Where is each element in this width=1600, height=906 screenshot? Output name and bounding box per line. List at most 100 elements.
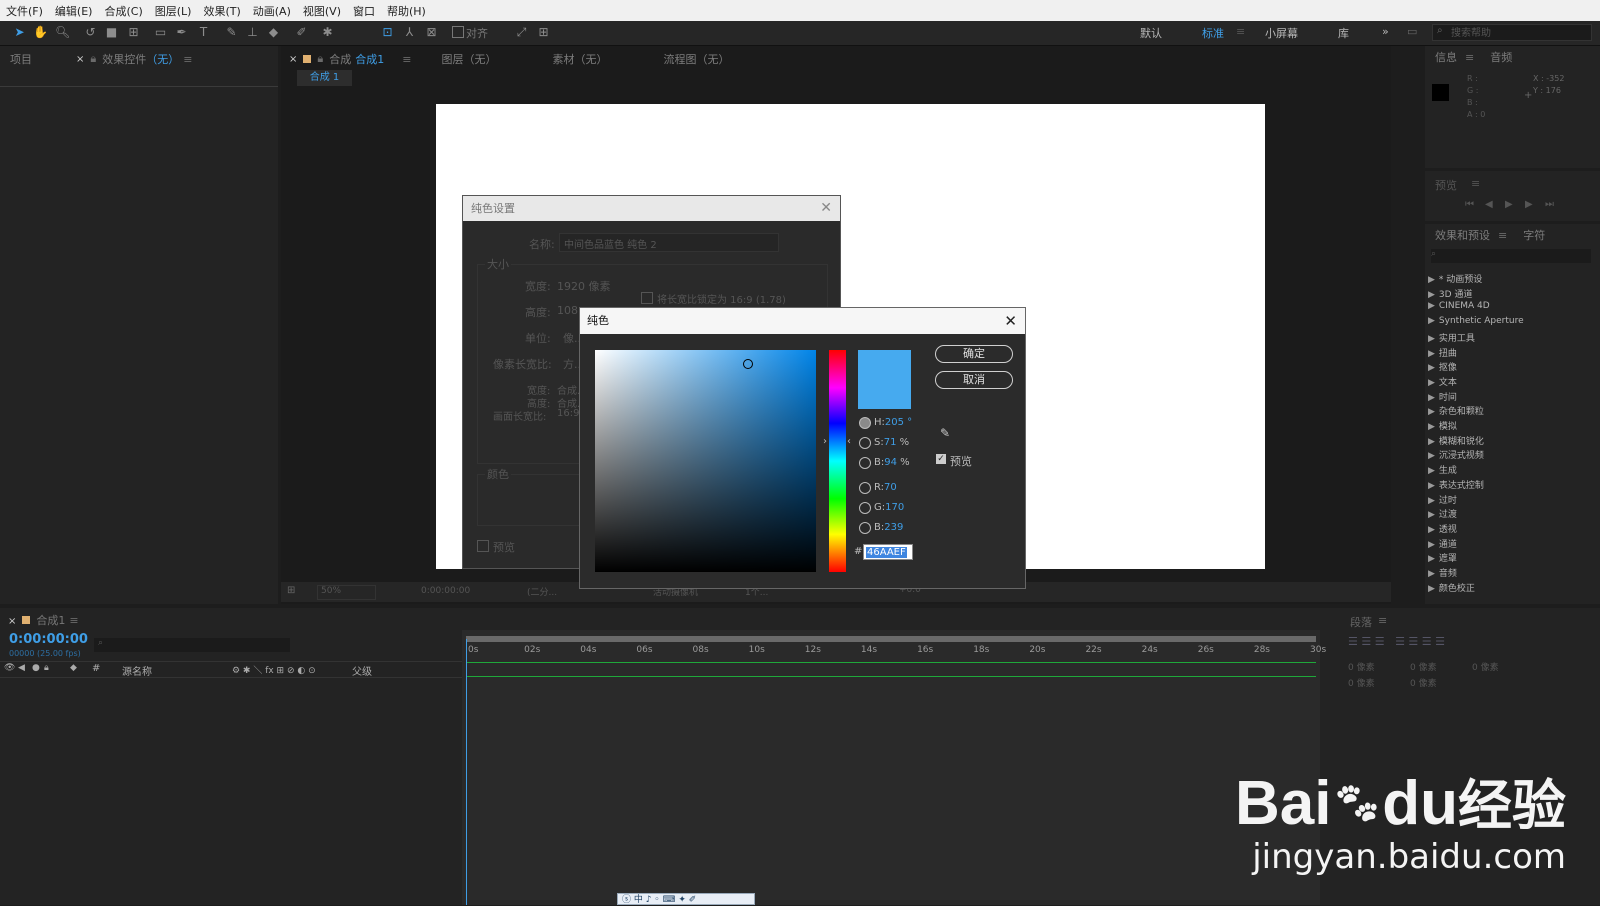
lock-icon[interactable]: 🔒︎ bbox=[90, 52, 96, 66]
eraser-tool-icon[interactable]: ◆ bbox=[266, 25, 281, 40]
resolution-select[interactable]: (二分... bbox=[527, 585, 557, 598]
expand-triangle-icon[interactable]: ▶ bbox=[1428, 584, 1435, 594]
red-field[interactable]: R:70 bbox=[874, 482, 897, 493]
tab-footage[interactable]: 素材（无） bbox=[552, 51, 607, 67]
work-area-bar[interactable] bbox=[466, 636, 1316, 642]
menu-layer[interactable]: 图层(L) bbox=[155, 3, 192, 19]
label-icon[interactable]: ◆ bbox=[70, 663, 77, 673]
effects-category-item[interactable]: ▶ 抠像 bbox=[1428, 360, 1457, 373]
zoom-tool-icon[interactable]: 🔍︎ bbox=[55, 25, 70, 40]
local-axis-icon[interactable]: ⊡ bbox=[380, 25, 395, 40]
space-before[interactable]: 0 像素 bbox=[1348, 676, 1375, 689]
parent-column[interactable]: 父级 bbox=[352, 663, 372, 678]
effects-category-item[interactable]: ▶ 文本 bbox=[1428, 375, 1457, 388]
expand-triangle-icon[interactable]: ▶ bbox=[1428, 334, 1435, 344]
menu-composition[interactable]: 合成(C) bbox=[104, 3, 142, 19]
expand-triangle-icon[interactable]: ▶ bbox=[1428, 569, 1435, 579]
hue-slider-right-arrow-icon[interactable]: ‹ bbox=[847, 436, 851, 447]
align-checkbox[interactable] bbox=[452, 26, 464, 38]
expand-triangle-icon[interactable]: ▶ bbox=[1428, 422, 1435, 432]
expand-triangle-icon[interactable]: ▶ bbox=[1428, 525, 1435, 535]
preview-checkbox[interactable] bbox=[477, 540, 489, 552]
panel-menu-icon[interactable]: ≡ bbox=[1378, 614, 1387, 627]
zoom-select[interactable]: 50% bbox=[317, 585, 376, 600]
hex-color-input[interactable]: 46AAEF bbox=[863, 544, 913, 560]
effects-category-item[interactable]: ▶ 杂色和颗粒 bbox=[1428, 404, 1484, 417]
camera-tool-icon[interactable]: ■ bbox=[104, 25, 119, 40]
tab-info[interactable]: 信息 bbox=[1435, 49, 1457, 65]
magnify-icon[interactable]: ⊞ bbox=[287, 585, 295, 596]
menu-effect[interactable]: 效果(T) bbox=[203, 3, 240, 19]
effects-category-item[interactable]: ▶ 时间 bbox=[1428, 390, 1457, 403]
expand-triangle-icon[interactable]: ▶ bbox=[1428, 363, 1435, 373]
effects-category-item[interactable]: ▶ 过渡 bbox=[1428, 507, 1457, 520]
lock-icon[interactable]: 🔒︎ bbox=[44, 663, 49, 673]
menu-window[interactable]: 窗口 bbox=[353, 3, 375, 19]
effects-category-item[interactable]: ▶ * 动画预设 bbox=[1428, 272, 1482, 285]
panel-menu-icon[interactable]: ≡ bbox=[1465, 51, 1474, 64]
expand-triangle-icon[interactable]: ▶ bbox=[1428, 554, 1435, 564]
rectangle-tool-icon[interactable]: ▭ bbox=[153, 25, 168, 40]
blue-field[interactable]: B:239 bbox=[874, 522, 903, 533]
menu-file[interactable]: 文件(F) bbox=[6, 3, 43, 19]
snap-icon[interactable]: ⤢ bbox=[514, 25, 529, 40]
playhead[interactable] bbox=[466, 639, 467, 905]
solo-icon[interactable]: ● bbox=[32, 663, 40, 673]
ime-toolbar[interactable]: ⓢ 中 ♪ ◦ ⌨ ✦ ✐ bbox=[617, 893, 755, 905]
align-buttons-icons[interactable]: ☰ ☰ ☰ ☰ ☰ ☰ ☰ bbox=[1348, 635, 1445, 648]
expand-triangle-icon[interactable]: ▶ bbox=[1428, 437, 1435, 447]
selection-tool-icon[interactable]: ➤ bbox=[12, 25, 27, 40]
pen-tool-icon[interactable]: ✒ bbox=[174, 25, 189, 40]
hue-slider-left-arrow-icon[interactable]: › bbox=[823, 436, 827, 447]
green-field[interactable]: G:170 bbox=[874, 502, 904, 513]
expand-triangle-icon[interactable]: ▶ bbox=[1428, 393, 1435, 403]
effects-category-item[interactable]: ▶ CINEMA 4D bbox=[1428, 301, 1490, 311]
help-search-input[interactable]: 搜索帮助 bbox=[1432, 24, 1592, 41]
workspace-menu-icon[interactable]: ≡ bbox=[1236, 25, 1245, 38]
red-radio[interactable] bbox=[859, 482, 871, 494]
expand-triangle-icon[interactable]: ▶ bbox=[1428, 540, 1435, 550]
expand-triangle-icon[interactable]: ▶ bbox=[1428, 496, 1435, 506]
effects-category-item[interactable]: ▶ 模拟 bbox=[1428, 419, 1457, 432]
hue-slider[interactable] bbox=[829, 350, 846, 572]
panel-menu-icon[interactable]: ≡ bbox=[402, 53, 411, 66]
panel-menu-icon[interactable]: ≡ bbox=[1498, 229, 1507, 242]
time-ruler-area[interactable] bbox=[462, 630, 1320, 905]
indent-first[interactable]: 0 像素 bbox=[1472, 660, 1499, 673]
color-cursor[interactable] bbox=[743, 359, 753, 369]
tab-character[interactable]: 字符 bbox=[1523, 227, 1545, 243]
close-icon[interactable]: ✕ bbox=[820, 196, 832, 221]
indent-right[interactable]: 0 像素 bbox=[1410, 660, 1437, 673]
first-frame-icon[interactable]: ⏮ bbox=[1465, 199, 1474, 210]
effects-category-item[interactable]: ▶ 过时 bbox=[1428, 493, 1457, 506]
panel-toggle-icon[interactable]: ▭ bbox=[1407, 25, 1417, 38]
expand-triangle-icon[interactable]: ▶ bbox=[1428, 510, 1435, 520]
expand-triangle-icon[interactable]: ▶ bbox=[1428, 316, 1435, 326]
close-icon[interactable]: ✕ bbox=[1004, 308, 1017, 334]
expand-triangle-icon[interactable]: ▶ bbox=[1428, 290, 1435, 300]
effects-category-item[interactable]: ▶ 遮罩 bbox=[1428, 551, 1457, 564]
effects-category-item[interactable]: ▶ 生成 bbox=[1428, 463, 1457, 476]
name-input[interactable]: 中间色品蓝色 纯色 2 bbox=[559, 233, 779, 252]
cancel-button[interactable]: 取消 bbox=[935, 371, 1013, 389]
expand-triangle-icon[interactable]: ▶ bbox=[1428, 451, 1435, 461]
effects-search-input[interactable]: ⌕ bbox=[1431, 249, 1591, 263]
ok-button[interactable]: 确定 bbox=[935, 345, 1013, 363]
effects-category-item[interactable]: ▶ 模糊和锐化 bbox=[1428, 434, 1484, 447]
expand-triangle-icon[interactable]: ▶ bbox=[1428, 407, 1435, 417]
expand-triangle-icon[interactable]: ▶ bbox=[1428, 466, 1435, 476]
pan-behind-tool-icon[interactable]: ⊞ bbox=[126, 25, 141, 40]
tab-composition[interactable]: 合成1 bbox=[355, 51, 384, 67]
play-icon[interactable]: ▶ bbox=[1505, 199, 1513, 210]
menu-help[interactable]: 帮助(H) bbox=[387, 3, 426, 19]
close-icon[interactable]: × bbox=[289, 54, 297, 65]
menu-animation[interactable]: 动画(A) bbox=[253, 3, 291, 19]
viewer-timecode[interactable]: 0:00:00:00 bbox=[421, 586, 470, 596]
tab-composition-label[interactable]: 合成 bbox=[329, 51, 351, 67]
hand-tool-icon[interactable]: ✋ bbox=[33, 25, 48, 40]
workspace-standard[interactable]: 标准 bbox=[1202, 25, 1224, 41]
hue-field[interactable]: H:205 ° bbox=[874, 417, 912, 428]
current-timecode[interactable]: 0:00:00:00 bbox=[9, 632, 88, 647]
brightness-radio[interactable] bbox=[859, 457, 871, 469]
workspace-default[interactable]: 默认 bbox=[1140, 25, 1162, 41]
